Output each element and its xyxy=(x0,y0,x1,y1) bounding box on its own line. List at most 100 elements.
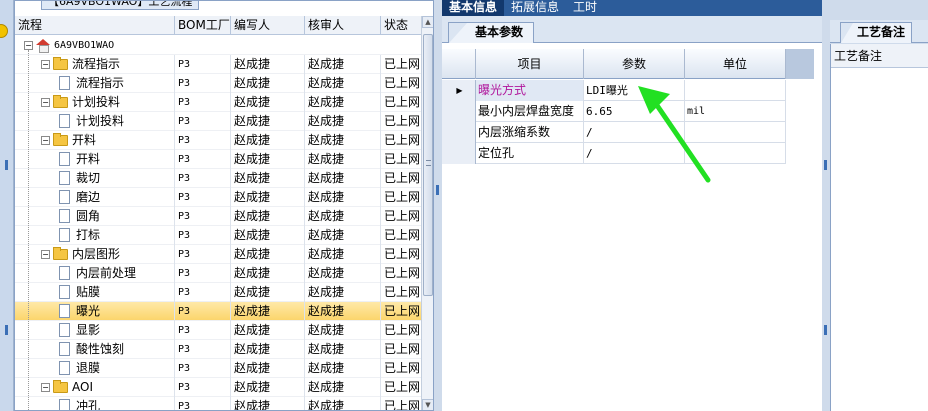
cell-bom: P3 xyxy=(175,225,231,245)
splitter-grip-icon[interactable] xyxy=(824,325,827,335)
tree-node-label: 内层图形 xyxy=(72,246,121,261)
tree-row[interactable]: 贴膜 P3 赵成捷 赵成捷 已上网 xyxy=(15,282,421,302)
detail-panel: 基本信息 拓展信息 工时 基本参数 项目 参数 单位 ▶ 曝光方式 LDI曝光 最小内… xyxy=(442,0,822,411)
tree-node-label: 开料 xyxy=(76,151,101,166)
panel-splitter[interactable] xyxy=(434,0,442,411)
tree-row[interactable]: − 流程指示 P3 赵成捷 赵成捷 已上网 xyxy=(15,54,421,74)
tree-node-label: 酸性蚀刻 xyxy=(76,341,125,356)
col-header-unit[interactable]: 单位 xyxy=(685,49,786,79)
col-header-reviewer[interactable]: 核审人 xyxy=(305,16,381,35)
splitter-grip-icon[interactable] xyxy=(824,160,827,170)
row-indicator[interactable] xyxy=(442,122,476,143)
tree-row[interactable]: 裁切 P3 赵成捷 赵成捷 已上网 xyxy=(15,168,421,188)
tree-node-label: 计划投料 xyxy=(72,94,121,109)
document-icon xyxy=(59,190,70,204)
cell-bom: P3 xyxy=(175,130,231,150)
tree-row[interactable]: − 计划投料 P3 赵成捷 赵成捷 已上网 xyxy=(15,92,421,112)
tree-row[interactable]: 退膜 P3 赵成捷 赵成捷 已上网 xyxy=(15,358,421,378)
folder-icon xyxy=(53,94,68,108)
tab-basic-params[interactable]: 基本参数 xyxy=(448,22,535,43)
col-header-bom[interactable]: BOM工厂 xyxy=(175,16,231,35)
tree-row[interactable]: 流程指示 P3 赵成捷 赵成捷 已上网 xyxy=(15,73,421,93)
col-header-item[interactable]: 项目 xyxy=(476,49,584,79)
tree-root-row[interactable]: − 6A9VBO1WAO xyxy=(15,36,421,55)
home-icon xyxy=(36,39,50,53)
cell-reviewer: 赵成捷 xyxy=(305,263,381,283)
row-indicator[interactable]: ▶ xyxy=(442,80,476,101)
param-row[interactable]: 定位孔 / xyxy=(442,143,786,164)
cell-status: 已上网 xyxy=(384,322,421,337)
cell-bom: P3 xyxy=(175,73,231,93)
cell-writer: 赵成捷 xyxy=(231,187,305,207)
cell-item[interactable]: 定位孔 xyxy=(476,143,584,164)
tree-node-label: 流程指示 xyxy=(72,56,121,71)
tree-row[interactable]: 内层前处理 P3 赵成捷 赵成捷 已上网 xyxy=(15,263,421,283)
tab-process-remarks[interactable]: 工艺备注 xyxy=(840,22,913,43)
remarks-panel: 工艺备注 工艺备注 xyxy=(822,0,928,411)
cell-reviewer: 赵成捷 xyxy=(305,111,381,131)
tree-row[interactable]: − 内层图形 P3 赵成捷 赵成捷 已上网 xyxy=(15,244,421,264)
cell-bom: P3 xyxy=(175,339,231,359)
tree-row[interactable]: 开料 P3 赵成捷 赵成捷 已上网 xyxy=(15,149,421,169)
cell-reviewer: 赵成捷 xyxy=(305,301,381,321)
cell-item[interactable]: 最小内层焊盘宽度 xyxy=(476,101,584,122)
remarks-splitter[interactable] xyxy=(822,0,829,411)
param-row[interactable]: 内层涨缩系数 / xyxy=(442,122,786,143)
tree-row[interactable]: 打标 P3 赵成捷 赵成捷 已上网 xyxy=(15,225,421,245)
cell-status: 已上网 xyxy=(384,227,421,242)
cell-item[interactable]: 内层涨缩系数 xyxy=(476,122,584,143)
cell-writer: 赵成捷 xyxy=(231,244,305,264)
grid-header-filler xyxy=(786,49,814,79)
cell-bom: P3 xyxy=(175,282,231,302)
tree-row[interactable]: 磨边 P3 赵成捷 赵成捷 已上网 xyxy=(15,187,421,207)
document-icon xyxy=(59,266,70,280)
main-tab-bar: 基本信息 拓展信息 工时 xyxy=(442,0,822,16)
document-icon xyxy=(59,209,70,223)
collapse-icon[interactable]: − xyxy=(41,97,50,107)
collapse-icon[interactable]: − xyxy=(41,249,50,259)
collapse-icon[interactable]: − xyxy=(41,382,50,392)
row-indicator[interactable] xyxy=(442,101,476,122)
tree-row[interactable]: 计划投料 P3 赵成捷 赵成捷 已上网 xyxy=(15,111,421,131)
folder-icon xyxy=(53,56,68,70)
collapse-icon[interactable]: − xyxy=(41,135,50,145)
tree-node-label: 磨边 xyxy=(76,189,101,204)
collapse-icon[interactable]: − xyxy=(41,59,50,69)
tab-work-hours[interactable]: 工时 xyxy=(566,0,604,16)
splitter-grip-icon[interactable] xyxy=(436,185,439,195)
tree-row[interactable]: 圆角 P3 赵成捷 赵成捷 已上网 xyxy=(15,206,421,226)
folder-icon xyxy=(53,379,68,393)
tree-row[interactable]: 显影 P3 赵成捷 赵成捷 已上网 xyxy=(15,320,421,340)
tab-basic-info[interactable]: 基本信息 xyxy=(442,0,505,16)
row-indicator[interactable] xyxy=(442,143,476,164)
remarks-body[interactable]: 工艺备注 xyxy=(830,44,928,411)
scroll-down-icon[interactable]: ▼ xyxy=(422,399,433,410)
col-header-writer[interactable]: 编写人 xyxy=(231,16,305,35)
tree-row[interactable]: 酸性蚀刻 P3 赵成捷 赵成捷 已上网 xyxy=(15,339,421,359)
col-header-process[interactable]: 流程 xyxy=(15,16,175,35)
cell-reviewer: 赵成捷 xyxy=(305,282,381,302)
tree-row[interactable]: − 开料 P3 赵成捷 赵成捷 已上网 xyxy=(15,130,421,150)
process-tab[interactable]: 【6A9VBO1WAO】工艺流程 xyxy=(41,1,200,10)
collapse-icon[interactable]: − xyxy=(24,40,33,50)
collapse-grip-icon[interactable] xyxy=(5,160,8,170)
tab-extended-info[interactable]: 拓展信息 xyxy=(504,0,566,16)
cell-writer: 赵成捷 xyxy=(231,54,305,74)
tree-scrollbar[interactable]: ▲ ▼ xyxy=(421,16,433,410)
tree-guide-line xyxy=(28,50,29,410)
scroll-thumb[interactable] xyxy=(423,34,433,296)
remarks-label: 工艺备注 xyxy=(831,44,928,68)
cell-bom: P3 xyxy=(175,92,231,112)
tree-node-label: 显影 xyxy=(76,322,101,337)
collapse-grip-icon[interactable] xyxy=(5,325,8,335)
param-row[interactable]: ▶ 曝光方式 LDI曝光 xyxy=(442,80,786,101)
param-row[interactable]: 最小内层焊盘宽度 6.65 mil xyxy=(442,101,786,122)
col-header-status[interactable]: 状态 xyxy=(381,16,421,35)
tree-row[interactable]: 曝光 P3 赵成捷 赵成捷 已上网 xyxy=(15,301,421,321)
cell-item[interactable]: 曝光方式 xyxy=(476,80,584,101)
cell-writer: 赵成捷 xyxy=(231,92,305,112)
tree-row[interactable]: − AOI P3 赵成捷 赵成捷 已上网 xyxy=(15,377,421,397)
scroll-up-icon[interactable]: ▲ xyxy=(422,16,433,28)
col-header-param[interactable]: 参数 xyxy=(584,49,685,79)
tree-row[interactable]: 冲孔 P3 赵成捷 赵成捷 已上网 xyxy=(15,396,421,410)
